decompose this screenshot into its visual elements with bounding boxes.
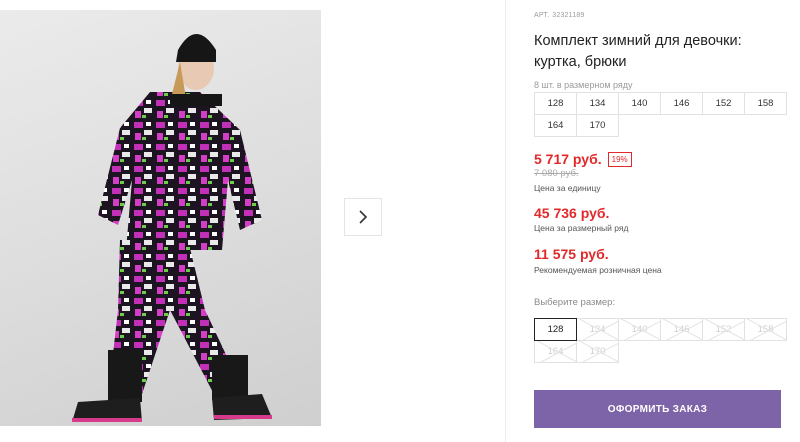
product-photo [72, 34, 272, 422]
size-option-128[interactable]: 128 [534, 318, 577, 341]
pack-price-label: Цена за размерный ряд [534, 223, 629, 233]
pack-size-cell: 146 [660, 92, 703, 115]
size-option-140[interactable]: 140 [618, 318, 661, 341]
sku-value: 32321189 [552, 12, 585, 19]
size-option-164[interactable]: 164 [534, 340, 577, 363]
product-image[interactable] [0, 10, 321, 426]
unit-price-row: 5 717 руб. 19% [534, 151, 632, 167]
sku: АРТ. 32321189 [534, 12, 588, 19]
size-option-134[interactable]: 134 [576, 318, 619, 341]
pack-note: 8 шт. в размерном ряду [534, 80, 633, 90]
size-option-146[interactable]: 146 [660, 318, 703, 341]
size-option-158[interactable]: 158 [744, 318, 787, 341]
size-select-label: Выберите размер: [534, 297, 616, 308]
order-button[interactable]: ОФОРМИТЬ ЗАКАЗ [534, 390, 781, 428]
pack-size-cell: 170 [576, 114, 619, 137]
unit-price-label: Цена за единицу [534, 183, 601, 193]
retail-price-label: Рекомендуемая розничная цена [534, 265, 662, 275]
pack-price: 45 736 руб. [534, 205, 610, 221]
size-selector: 128 134 140 146 152 158 164 170 [534, 318, 787, 363]
divider [505, 0, 506, 442]
pack-size-grid: 128 134 140 146 152 158 164 170 [534, 92, 787, 137]
pack-size-cell: 140 [618, 92, 661, 115]
discount-badge: 19% [607, 151, 632, 167]
sku-label: АРТ. [534, 12, 550, 19]
old-price: 7 080 руб. [534, 168, 579, 179]
retail-price: 11 575 руб. [534, 246, 609, 262]
next-image-button[interactable] [344, 198, 382, 236]
chevron-right-icon [359, 210, 368, 224]
product-title: Комплект зимний для девочки: куртка, брю… [534, 33, 742, 70]
size-option-152[interactable]: 152 [702, 318, 745, 341]
unit-price: 5 717 руб. [534, 151, 602, 167]
size-option-170[interactable]: 170 [576, 340, 619, 363]
pack-size-cell: 134 [576, 92, 619, 115]
pack-size-cell: 164 [534, 114, 577, 137]
pack-size-cell: 158 [744, 92, 787, 115]
pack-size-cell: 128 [534, 92, 577, 115]
pack-size-cell: 152 [702, 92, 745, 115]
